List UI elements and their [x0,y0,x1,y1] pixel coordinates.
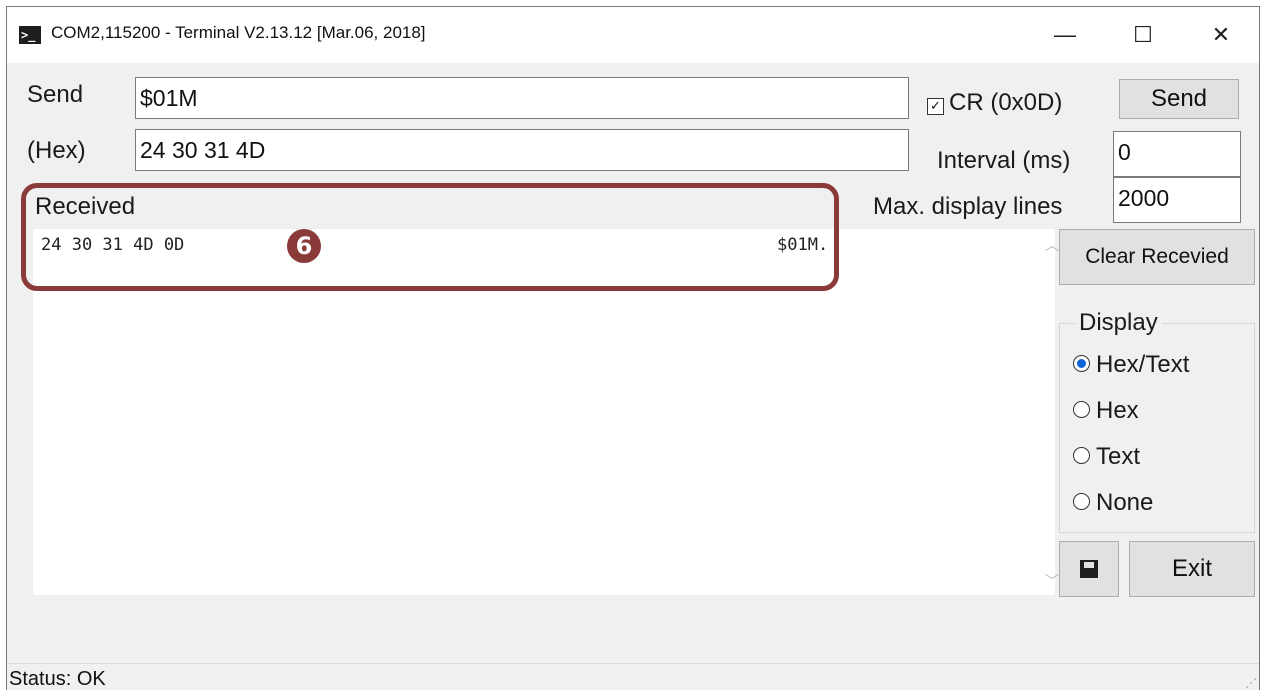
clear-received-button[interactable]: Clear Recevied [1059,229,1255,285]
scroll-up-icon[interactable]: ︿ [1045,235,1059,255]
close-button[interactable]: ✕ [1193,13,1249,57]
hex-input[interactable]: 24 30 31 4D [135,129,909,171]
minimize-button[interactable]: — [1037,13,1093,57]
display-legend: Display [1075,309,1162,337]
save-button[interactable] [1059,541,1119,597]
floppy-disk-icon [1080,560,1098,578]
maximize-button[interactable]: ☐ [1115,13,1171,57]
radio-icon [1073,493,1090,511]
radio-none[interactable]: None [1073,489,1153,517]
exit-button[interactable]: Exit [1129,541,1255,597]
scroll-down-icon[interactable]: ﹀ [1045,571,1059,591]
step-marker: 6 [287,229,321,263]
radio-icon [1073,447,1090,465]
radio-icon [1073,401,1090,419]
interval-input[interactable]: 0 [1113,131,1241,177]
send-label: Send [27,81,84,108]
status-text: Status: OK [9,668,106,690]
terminal-window: >_ COM2,115200 - Terminal V2.13.12 [Mar.… [6,6,1260,690]
title-bar[interactable]: >_ COM2,115200 - Terminal V2.13.12 [Mar.… [7,7,1259,63]
resize-grip-icon[interactable]: ⋰ [1245,676,1257,690]
radio-text[interactable]: Text [1073,443,1140,471]
send-button[interactable]: Send [1119,79,1239,119]
radio-hex[interactable]: Hex [1073,397,1139,425]
max-lines-label: Max. display lines [873,193,1063,220]
radio-hex-text[interactable]: Hex/Text [1073,351,1189,379]
window-title: COM2,115200 - Terminal V2.13.12 [Mar.06,… [51,23,426,42]
send-input[interactable]: $01M [135,77,909,119]
interval-label: Interval (ms) [937,147,1071,174]
cr-checkbox[interactable]: ✓ [927,98,944,115]
received-highlight-box [21,183,839,291]
cr-label: CR (0x0D) [949,89,1063,116]
terminal-app-icon: >_ [19,26,41,44]
status-bar: Status: OK ⋰ [7,663,1259,692]
hex-label: (Hex) [27,137,86,164]
radio-selected-icon [1073,355,1090,373]
max-lines-input[interactable]: 2000 [1113,177,1241,223]
